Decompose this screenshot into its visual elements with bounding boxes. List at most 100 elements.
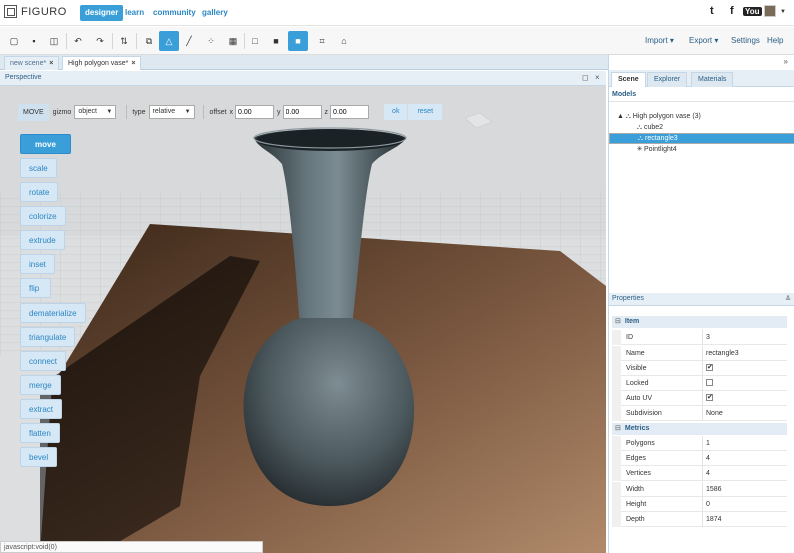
tool-rotate-button[interactable]: rotate	[20, 182, 59, 202]
reset-button[interactable]: reset	[408, 104, 443, 120]
youtube-icon[interactable]: You	[743, 7, 762, 16]
tool-extract-button[interactable]: extract	[20, 399, 63, 419]
offset-x-field[interactable]	[235, 105, 275, 119]
save-icon[interactable]: ▪	[24, 31, 44, 51]
prop-row-edges: Edges 4	[612, 451, 787, 466]
tool-scale-button[interactable]: scale	[20, 158, 57, 178]
models-title: Models	[612, 91, 637, 98]
prop-value[interactable]: None	[706, 406, 723, 421]
tool-bevel-button[interactable]: bevel	[20, 447, 58, 467]
nav-learn[interactable]: learn	[120, 5, 149, 21]
auto-uv-checkbox[interactable]: ✔	[706, 393, 713, 401]
undo-icon[interactable]: ↶	[68, 31, 88, 51]
collapse-panel-icon[interactable]: »	[784, 57, 788, 66]
face-mode-icon[interactable]: ⁘	[201, 31, 221, 51]
tool-merge-button[interactable]: merge	[20, 375, 61, 395]
render-icon[interactable]: ⌂	[334, 31, 354, 51]
collapse-icon[interactable]: ≚	[785, 295, 791, 303]
models-header: Models	[609, 88, 794, 102]
tool-dematerialize-button[interactable]: dematerialize	[20, 303, 86, 323]
ok-button[interactable]: ok	[384, 104, 408, 120]
offset-z-field[interactable]	[330, 105, 370, 119]
vertex-mode-icon[interactable]: △	[159, 31, 179, 51]
align-icon[interactable]: ⇅	[114, 31, 134, 51]
chevron-down-icon[interactable]: ▼	[780, 9, 786, 15]
offset-y-field[interactable]	[282, 105, 322, 119]
locked-checkbox[interactable]	[706, 378, 713, 386]
3d-viewport[interactable]: MOVE gizmo object ▼ type relative ▼ offset…	[0, 86, 606, 553]
logo-text: FIGURO	[21, 5, 67, 18]
tool-connect-button[interactable]: connect	[20, 351, 67, 371]
prop-key: Edges	[626, 455, 646, 462]
export-label: Export	[689, 36, 713, 45]
expand-model-icon[interactable]: ▲ ⛬	[617, 111, 631, 122]
save-as-icon[interactable]: ◫	[44, 31, 64, 51]
tool-move-button[interactable]: move	[20, 134, 71, 154]
tool-flip-button[interactable]: flip	[20, 278, 51, 298]
prop-value: 1	[706, 440, 710, 447]
visible-checkbox[interactable]: ✔	[706, 363, 713, 371]
type-select[interactable]: relative ▼	[148, 105, 195, 119]
offset-label: offset	[209, 108, 227, 116]
solid-icon[interactable]: ■	[266, 31, 286, 51]
crop-icon[interactable]: ⌗	[312, 31, 332, 51]
collapse-group-icon[interactable]: ⊟	[615, 318, 621, 325]
light-icon: ✳	[636, 146, 643, 153]
export-menu[interactable]: Export ▾	[689, 36, 718, 45]
group-item[interactable]: ⊟ Item	[612, 316, 787, 328]
prop-value: 0	[706, 501, 710, 508]
tree-label: rectangle3	[645, 135, 678, 142]
tool-extrude-button[interactable]: extrude	[20, 230, 65, 250]
logo[interactable]: FIGURO	[4, 5, 67, 18]
tab-explorer[interactable]: Explorer	[647, 72, 688, 87]
tool-inset-button[interactable]: inset	[20, 254, 55, 274]
tab-new-scene[interactable]: new scene* ×	[4, 56, 60, 70]
help-link[interactable]: Help	[767, 36, 783, 45]
prop-key: Width	[626, 486, 644, 493]
tool-flatten-button[interactable]: flatten	[20, 423, 60, 443]
avatar[interactable]	[764, 5, 776, 17]
prop-key: Subdivision	[626, 410, 662, 417]
import-menu[interactable]: Import ▾	[645, 36, 674, 45]
tree-item-cube2[interactable]: ⛬ cube2	[609, 122, 794, 133]
tree-item-root[interactable]: ▲ ⛬ High polygon vase (3)	[609, 111, 794, 122]
gizmo-label: gizmo	[52, 108, 72, 116]
prop-key: Visible	[626, 365, 647, 372]
tab-high-polygon-vase[interactable]: High polygon vase* ×	[62, 56, 142, 70]
nav-community[interactable]: community	[148, 5, 201, 21]
import-label: Import	[645, 36, 668, 45]
prop-value[interactable]: rectangle3	[706, 346, 739, 361]
settings-link[interactable]: Settings	[731, 36, 760, 45]
edge-mode-icon[interactable]: ╱	[179, 31, 199, 51]
close-icon[interactable]: ×	[49, 60, 53, 67]
gizmo-select[interactable]: object ▼	[74, 105, 117, 119]
maximize-icon[interactable]: ◻	[582, 73, 589, 82]
box-icon[interactable]: □	[245, 31, 265, 51]
chevron-down-icon: ▼	[106, 109, 113, 115]
close-icon[interactable]: ×	[131, 60, 135, 67]
tab-materials[interactable]: Materials	[691, 72, 734, 87]
checker-icon[interactable]: ▦	[223, 31, 243, 51]
top-nav: FIGURO designer learn community gallery …	[0, 0, 794, 26]
twitter-icon[interactable]: t	[710, 5, 714, 17]
type-label: type	[132, 108, 146, 116]
fill-icon[interactable]: ■	[288, 31, 308, 51]
close-icon[interactable]: ×	[595, 73, 600, 82]
prop-row-vertices: Vertices 4	[612, 466, 787, 481]
tab-scene[interactable]: Scene	[611, 72, 646, 87]
nav-designer[interactable]: designer	[80, 5, 124, 21]
prop-key: Auto UV	[626, 395, 653, 402]
tool-colorize-button[interactable]: colorize	[20, 206, 66, 226]
tool-triangulate-button[interactable]: triangulate	[20, 327, 76, 347]
redo-icon[interactable]: ↷	[90, 31, 110, 51]
collapse-group-icon[interactable]: ⊟	[615, 425, 621, 432]
perspective-header: Perspective ◻ ×	[0, 71, 606, 86]
new-icon[interactable]: ▢	[4, 31, 24, 51]
nav-gallery[interactable]: gallery	[197, 5, 233, 21]
clone-icon[interactable]: ⧉	[139, 31, 159, 51]
group-metrics[interactable]: ⊟ Metrics	[612, 423, 787, 435]
prop-value[interactable]: 3	[706, 330, 710, 345]
tree-item-pointlight4[interactable]: ✳ Pointlight4	[609, 144, 794, 155]
tree-item-rectangle3[interactable]: ⛬ rectangle3	[609, 133, 794, 144]
facebook-icon[interactable]: f	[730, 5, 734, 17]
